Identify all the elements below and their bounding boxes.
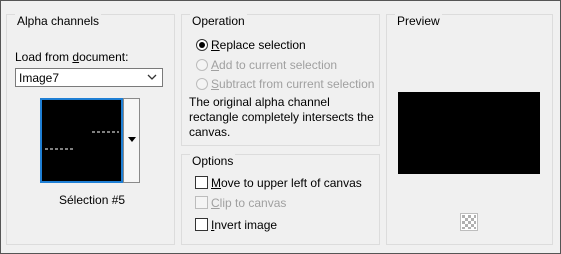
move-key: M: [211, 176, 221, 190]
subtract-from-selection-label[interactable]: Subtract from current selection: [211, 77, 374, 91]
move-rest: ove to upper left of canvas: [221, 176, 362, 190]
add-rest: dd to current selection: [219, 58, 338, 72]
document-select-value: Image7: [19, 71, 60, 85]
description-line: canvas.: [189, 125, 231, 139]
radio-dot: [199, 42, 205, 48]
triangle-down-icon: [128, 137, 136, 142]
subtract-from-selection-radio[interactable]: [196, 78, 208, 90]
clip-key: C: [211, 196, 220, 210]
clip-rest: lip to canvas: [219, 196, 287, 210]
document-select[interactable]: Image7: [15, 68, 163, 87]
operation-title: Operation: [190, 14, 247, 28]
replace-selection-radio[interactable]: [196, 39, 208, 51]
load-label-post: ocument:: [79, 50, 129, 64]
move-to-upper-left-checkbox[interactable]: [195, 176, 208, 189]
replace-rest: eplace selection: [219, 38, 306, 52]
load-from-document-label: Load from document:: [15, 50, 128, 64]
thumbnail-dropdown-button[interactable]: [123, 98, 140, 183]
subtract-key: S: [211, 77, 220, 91]
invert-rest: nvert image: [214, 218, 278, 232]
alpha-channels-title: Alpha channels: [15, 14, 102, 28]
load-label-pre: Load from: [15, 50, 73, 64]
checkerboard-icon[interactable]: [460, 213, 478, 231]
replace-selection-label[interactable]: Replace selection: [211, 38, 306, 52]
add-to-selection-radio[interactable]: [196, 59, 208, 71]
subtract-rest: ubtract from current selection: [219, 77, 375, 91]
selection-thumbnail[interactable]: [40, 98, 123, 183]
move-to-upper-left-label[interactable]: Move to upper left of canvas: [211, 176, 362, 190]
add-to-selection-label[interactable]: Add to current selection: [211, 58, 337, 72]
invert-image-label[interactable]: Invert image: [211, 218, 277, 232]
chevron-down-icon: [147, 74, 157, 80]
replace-key: R: [211, 38, 220, 52]
description-line: The original alpha channel: [189, 95, 330, 109]
add-key: A: [211, 58, 220, 72]
invert-image-checkbox[interactable]: [195, 218, 208, 231]
clip-to-canvas-label[interactable]: Clip to canvas: [211, 196, 286, 210]
preview-canvas: [398, 92, 540, 174]
selection-name: Sélection #5: [59, 193, 126, 207]
operation-description: The original alpha channel rectangle com…: [189, 95, 374, 140]
description-line: rectangle completely intersects the: [189, 110, 374, 124]
clip-to-canvas-checkbox[interactable]: [195, 196, 208, 209]
preview-title: Preview: [395, 14, 442, 28]
options-title: Options: [190, 154, 236, 168]
selection-thumbnail-image: [45, 131, 119, 150]
